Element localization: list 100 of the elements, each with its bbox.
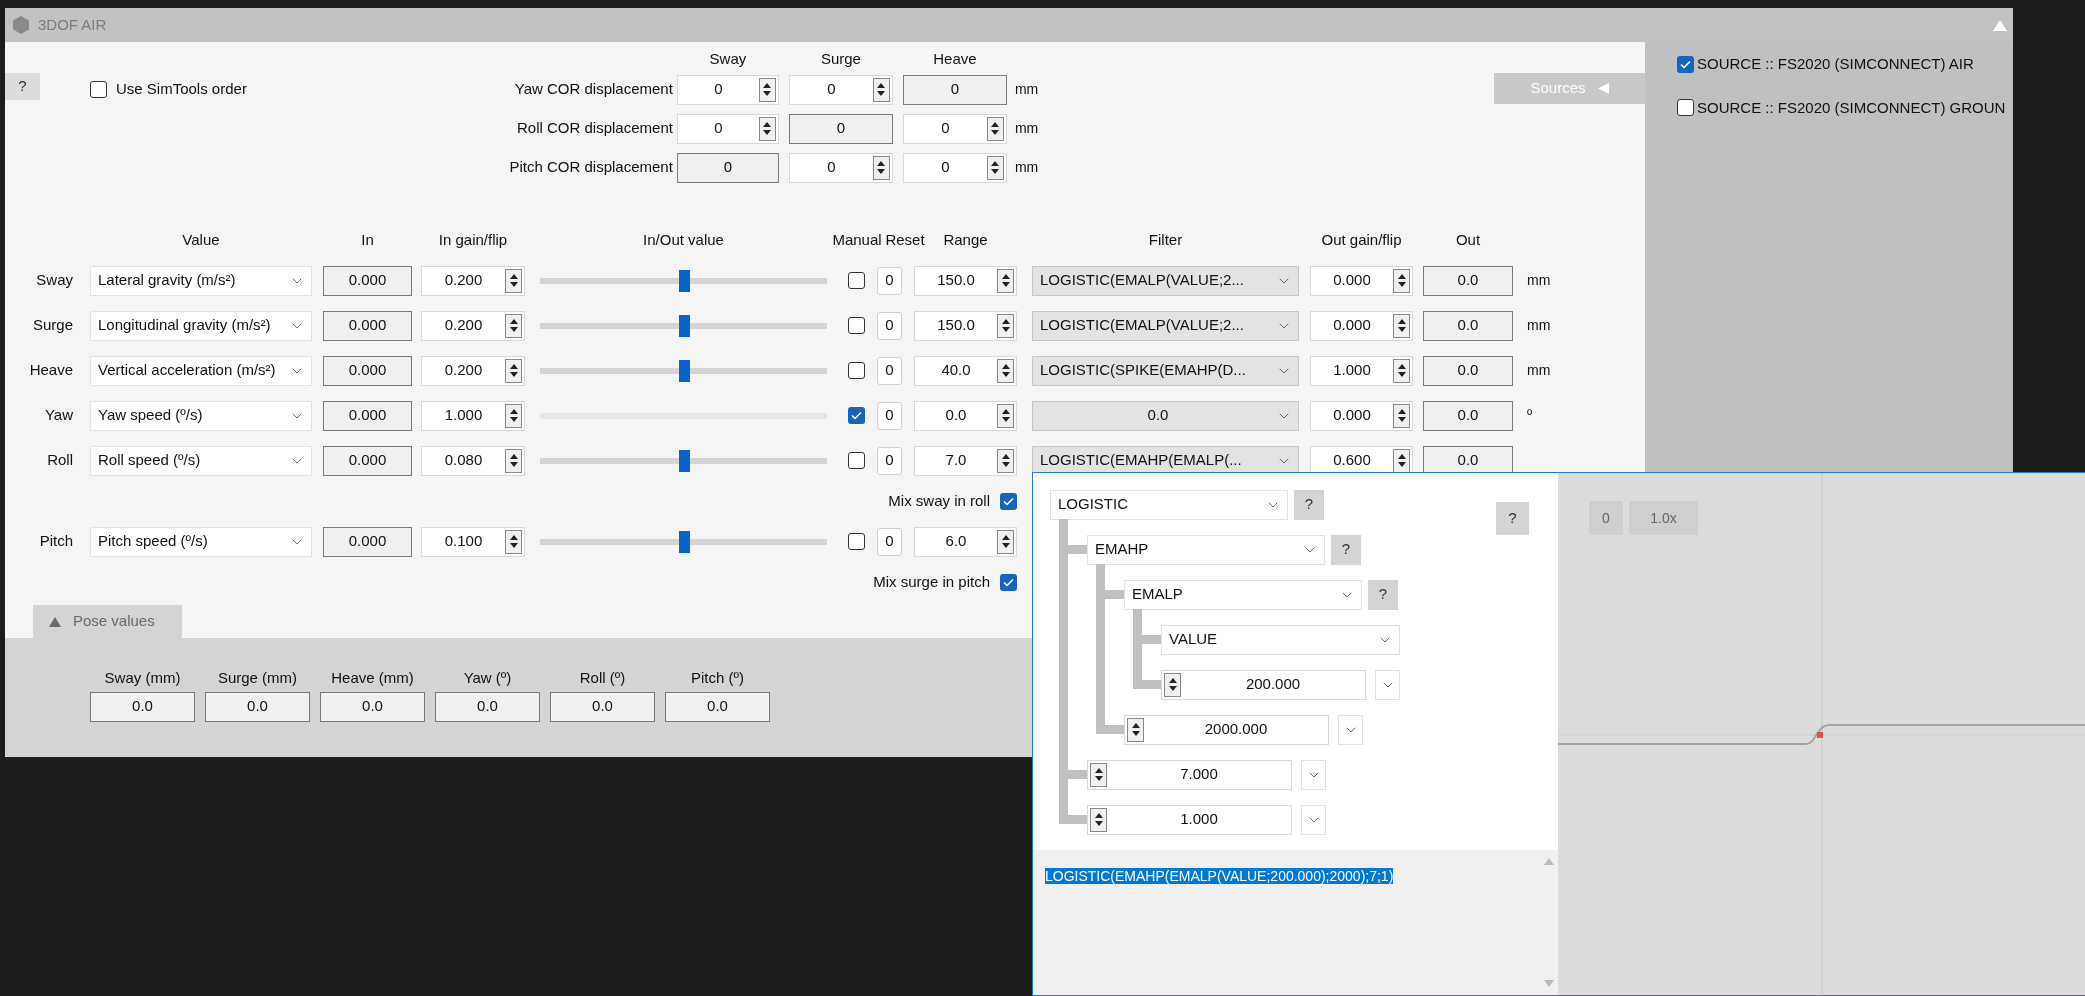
signal-dropdown[interactable]: Yaw speed (º/s) xyxy=(90,400,312,431)
number-spinner[interactable]: 0 xyxy=(676,113,779,144)
reset-button[interactable]: 0 xyxy=(877,266,902,295)
number-spinner[interactable]: 0.0 xyxy=(914,400,1017,431)
spin-button[interactable] xyxy=(997,403,1014,428)
number-spinner[interactable]: 0 xyxy=(676,74,779,105)
spin-button[interactable] xyxy=(997,448,1014,473)
number-spinner[interactable]: 0.000 xyxy=(1310,265,1413,296)
spin-button[interactable] xyxy=(997,313,1014,338)
reset-button[interactable]: 0 xyxy=(877,356,902,385)
number-spinner[interactable]: 0 xyxy=(902,113,1007,144)
spin-button[interactable] xyxy=(1090,762,1107,787)
slider-thumb[interactable] xyxy=(678,269,690,292)
spin-button[interactable] xyxy=(1164,672,1181,697)
expression-field[interactable]: LOGISTIC(EMAHP(EMALP(VALUE;200.000);2000);7;1) xyxy=(1033,850,1558,995)
number-spinner[interactable]: 0 xyxy=(902,152,1007,183)
checkbox[interactable] xyxy=(1677,99,1694,117)
help-button[interactable]: ? xyxy=(1496,502,1529,535)
signal-dropdown[interactable]: Lateral gravity (m/s²) xyxy=(90,265,312,296)
filter-dropdown[interactable]: LOGISTIC(EMALP(VALUE;2... xyxy=(1032,265,1299,296)
number-spinner[interactable]: 40.0 xyxy=(914,355,1017,386)
function-dropdown[interactable]: EMAHP xyxy=(1087,534,1325,565)
spin-button[interactable] xyxy=(758,77,776,102)
spin-button[interactable] xyxy=(758,116,776,141)
manual-checkbox[interactable] xyxy=(848,272,865,289)
slider-thumb[interactable] xyxy=(678,449,690,472)
slider-thumb[interactable] xyxy=(678,359,690,382)
spin-button[interactable] xyxy=(505,358,522,383)
spin-button[interactable] xyxy=(505,313,522,338)
number-spinner[interactable]: 0.000 xyxy=(1310,400,1413,431)
checkbox[interactable] xyxy=(1677,55,1694,73)
number-spinner[interactable]: 0 xyxy=(788,152,893,183)
help-button[interactable]: ? xyxy=(1368,579,1398,610)
reset-button[interactable]: 0 xyxy=(877,446,902,475)
graph-button[interactable]: 0 xyxy=(1589,501,1623,535)
number-spinner[interactable]: 2000.000 xyxy=(1124,714,1329,745)
spin-button[interactable] xyxy=(505,529,522,554)
spin-button[interactable] xyxy=(872,77,890,102)
manual-checkbox[interactable] xyxy=(848,317,865,334)
manual-checkbox[interactable] xyxy=(848,362,865,379)
signal-dropdown[interactable]: Longitudinal gravity (m/s²) xyxy=(90,310,312,341)
reset-button[interactable]: 0 xyxy=(877,401,902,430)
spin-button[interactable] xyxy=(1393,403,1410,428)
down-arrow-icon xyxy=(1397,462,1406,467)
graph-button[interactable]: 1.0x xyxy=(1629,501,1698,535)
number-spinner[interactable]: 6.0 xyxy=(914,526,1017,557)
number-spinner[interactable]: 7.0 xyxy=(914,445,1017,476)
help-button[interactable]: ? xyxy=(5,73,40,100)
number-spinner[interactable]: 0.000 xyxy=(1310,310,1413,341)
spin-button[interactable] xyxy=(1393,358,1410,383)
spin-button[interactable] xyxy=(1393,313,1410,338)
signal-dropdown[interactable]: Pitch speed (º/s) xyxy=(90,526,312,557)
spin-button[interactable] xyxy=(505,448,522,473)
number-spinner[interactable]: 0.200 xyxy=(421,265,525,296)
number-spinner[interactable]: 0 xyxy=(788,74,893,105)
reset-button[interactable]: 0 xyxy=(877,311,902,340)
readout-field: 0.000 xyxy=(323,265,412,296)
help-button[interactable]: ? xyxy=(1331,534,1361,565)
number-spinner[interactable]: 1.000 xyxy=(1310,355,1413,386)
function-dropdown[interactable]: EMALP xyxy=(1124,579,1362,610)
number-spinner[interactable]: 0.080 xyxy=(421,445,525,476)
spin-button[interactable] xyxy=(986,116,1004,141)
spin-button[interactable] xyxy=(1393,448,1410,473)
checkbox[interactable] xyxy=(90,80,107,98)
checkbox[interactable] xyxy=(1000,492,1017,510)
spin-button[interactable] xyxy=(1090,807,1107,832)
reset-button[interactable]: 0 xyxy=(877,527,902,556)
spin-button[interactable] xyxy=(1127,717,1144,742)
manual-checkbox[interactable] xyxy=(848,407,865,424)
pose-values-tab[interactable]: Pose values xyxy=(33,605,182,638)
spin-button[interactable] xyxy=(872,155,890,180)
number-spinner[interactable]: 150.0 xyxy=(914,310,1017,341)
filter-dropdown[interactable]: LOGISTIC(SPIKE(EMAHP(D... xyxy=(1032,355,1299,386)
number-spinner[interactable]: 1.000 xyxy=(1087,804,1292,835)
number-spinner[interactable]: 0.200 xyxy=(421,355,525,386)
slider-thumb[interactable] xyxy=(678,530,690,553)
number-spinner[interactable]: 7.000 xyxy=(1087,759,1292,790)
spin-button[interactable] xyxy=(505,268,522,293)
number-spinner[interactable]: 0.100 xyxy=(421,526,525,557)
manual-checkbox[interactable] xyxy=(848,452,865,469)
number-spinner[interactable]: 1.000 xyxy=(421,400,525,431)
number-spinner[interactable]: 200.000 xyxy=(1161,669,1366,700)
spin-button[interactable] xyxy=(997,529,1014,554)
spin-button[interactable] xyxy=(986,155,1004,180)
help-button[interactable]: ? xyxy=(1294,489,1324,520)
manual-checkbox[interactable] xyxy=(848,533,865,550)
slider-thumb[interactable] xyxy=(678,314,690,337)
number-spinner[interactable]: 0.200 xyxy=(421,310,525,341)
signal-dropdown[interactable]: Vertical acceleration (m/s²) xyxy=(90,355,312,386)
filter-dropdown[interactable]: 0.0 xyxy=(1032,400,1299,431)
filter-dropdown[interactable]: LOGISTIC(EMALP(VALUE;2... xyxy=(1032,310,1299,341)
spin-button[interactable] xyxy=(505,403,522,428)
number-spinner[interactable]: 150.0 xyxy=(914,265,1017,296)
function-dropdown[interactable]: LOGISTIC xyxy=(1050,489,1288,520)
spin-button[interactable] xyxy=(997,358,1014,383)
spin-button[interactable] xyxy=(997,268,1014,293)
checkbox[interactable] xyxy=(1000,573,1017,591)
signal-dropdown[interactable]: Roll speed (º/s) xyxy=(90,445,312,476)
spin-button[interactable] xyxy=(1393,268,1410,293)
input-dropdown[interactable]: VALUE xyxy=(1161,624,1400,655)
